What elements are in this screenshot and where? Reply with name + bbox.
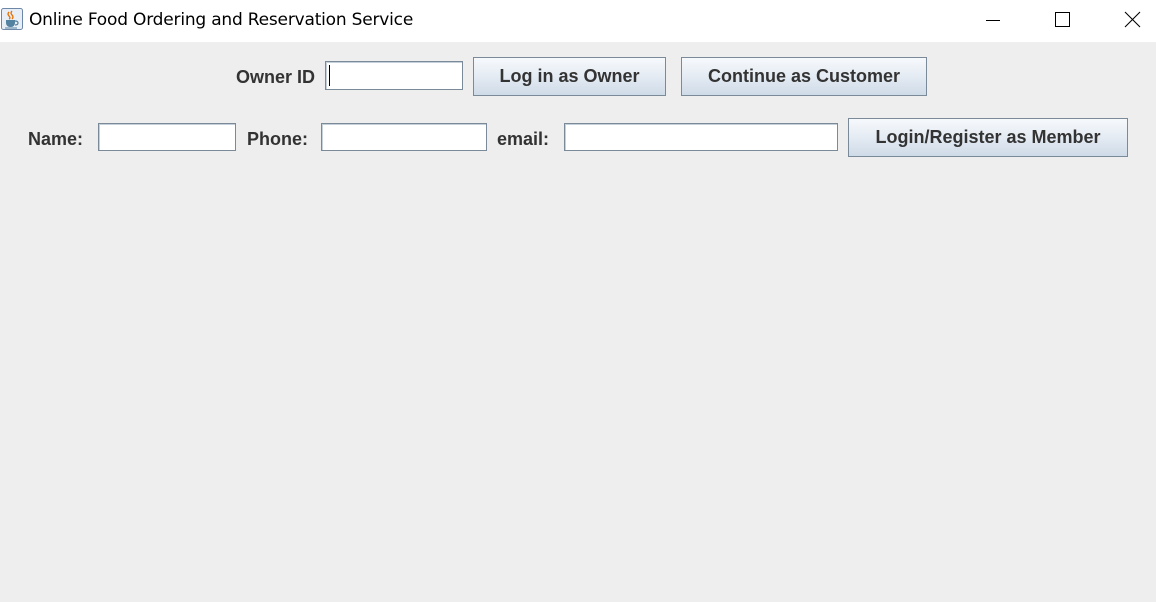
close-icon[interactable]	[1109, 0, 1155, 40]
email-input[interactable]	[564, 123, 838, 151]
phone-label: Phone:	[247, 129, 308, 149]
email-label: email:	[497, 129, 550, 149]
maximize-icon[interactable]	[1039, 0, 1085, 40]
continue-customer-button[interactable]: Continue as Customer	[681, 57, 927, 96]
title-bar[interactable]: Online Food Ordering and Reservation Ser…	[0, 0, 1156, 42]
java-cup-icon	[1, 8, 23, 30]
owner-id-input[interactable]	[325, 61, 463, 90]
text-caret	[329, 65, 330, 86]
minimize-icon[interactable]	[970, 0, 1016, 40]
phone-input[interactable]	[321, 123, 487, 151]
login-register-member-button[interactable]: Login/Register as Member	[848, 118, 1128, 157]
login-owner-button[interactable]: Log in as Owner	[473, 57, 666, 96]
name-label: Name:	[28, 129, 84, 149]
owner-id-label: Owner ID	[236, 67, 316, 87]
name-input[interactable]	[98, 123, 236, 151]
app-window: Online Food Ordering and Reservation Ser…	[0, 0, 1156, 602]
window-title: Online Food Ordering and Reservation Ser…	[29, 10, 414, 30]
